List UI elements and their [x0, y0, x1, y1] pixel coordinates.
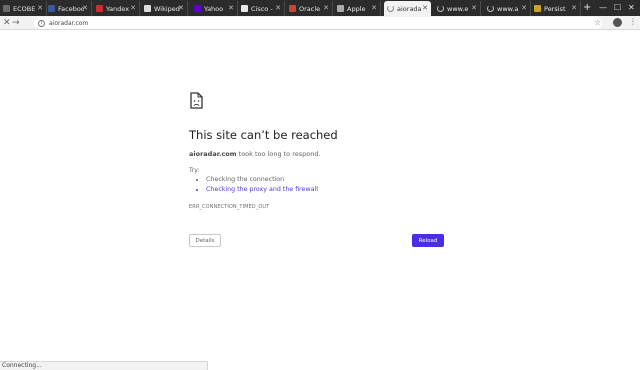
- error-code: ERR_CONNECTION_TIMED_OUT: [189, 204, 270, 210]
- tab-close-icon[interactable]: ✕: [130, 4, 136, 12]
- sad-document-icon: [190, 92, 203, 109]
- minimize-button[interactable]: —: [599, 3, 607, 12]
- tab-title: Yahoo: [204, 4, 224, 13]
- tab-facebook-1[interactable]: Faceboo ✕: [45, 1, 92, 16]
- cisco-icon: [241, 5, 248, 12]
- tab-close-icon[interactable]: ✕: [275, 4, 281, 12]
- tab-title: Yandex: [106, 4, 130, 13]
- error-page: [0, 31, 640, 370]
- error-title: This site can’t be reached: [189, 128, 338, 142]
- tab-persist-11[interactable]: Persist ✕: [531, 1, 581, 16]
- tab-title: Persist: [544, 4, 566, 13]
- suggestion-check-connection: Checking the connection: [206, 176, 318, 183]
- stop-icon[interactable]: ✕: [3, 17, 11, 29]
- tab-title: Wikiped: [154, 4, 180, 13]
- tab-loading-10[interactable]: www.a ✕: [484, 1, 531, 16]
- tab-title: Cisco -: [251, 4, 273, 13]
- tab-wikipedia-3[interactable]: Wikiped ✕: [141, 1, 188, 16]
- suggestion-list: Checking the connection Checking the pro…: [200, 176, 318, 196]
- tab-oracle-6[interactable]: Oracle ✕: [286, 1, 333, 16]
- error-description: aioradar.com took too long to respond.: [189, 150, 321, 158]
- tab-close-icon[interactable]: ✕: [521, 4, 527, 12]
- error-host: aioradar.com: [189, 150, 237, 158]
- tab-close-icon[interactable]: ✕: [82, 4, 88, 12]
- loading-spinner-icon: [387, 5, 394, 12]
- tab-close-icon[interactable]: ✕: [471, 4, 477, 12]
- error-description-text: took too long to respond.: [238, 150, 321, 158]
- tab-yahoo-4[interactable]: Yahoo ✕: [191, 1, 238, 16]
- tab-strip: ECOBE ✕ Faceboo ✕ Yandex ✕ Wikiped ✕ Yahoo ✕ Cisco…: [0, 0, 640, 16]
- tab-title: aiorada: [397, 4, 422, 13]
- oracle-icon: [289, 5, 296, 12]
- address-url[interactable]: aioradar.com: [49, 20, 88, 27]
- yahoo-icon: [194, 5, 201, 12]
- reload-button[interactable]: Reload: [412, 234, 444, 247]
- profile-avatar-icon[interactable]: [613, 18, 622, 27]
- close-window-button[interactable]: ✕: [628, 3, 635, 12]
- address-bar[interactable]: i aioradar.com: [34, 17, 602, 29]
- tab-ecobee-0[interactable]: ECOBE ✕: [0, 1, 47, 16]
- tab-title: Faceboo: [58, 4, 84, 13]
- loading-spinner-icon: [437, 5, 444, 12]
- suggestion-check-proxy-link[interactable]: Checking the proxy and the firewall: [206, 186, 318, 193]
- tab-title: Apple: [347, 4, 366, 13]
- forward-icon[interactable]: →: [12, 17, 20, 29]
- tab-loading-9[interactable]: www.e ✕: [434, 1, 481, 16]
- bookmark-star-icon[interactable]: ☆: [594, 18, 601, 27]
- ecobee-icon: [3, 5, 10, 12]
- tab-close-icon[interactable]: ✕: [37, 4, 43, 12]
- tab-yandex-2[interactable]: Yandex ✕: [93, 1, 140, 16]
- tab-loading-8[interactable]: aiorada ✕: [384, 1, 431, 16]
- status-bubble: Connecting...: [0, 361, 208, 370]
- wikipedia-icon: [144, 5, 151, 12]
- maximize-button[interactable]: ☐: [614, 3, 621, 12]
- try-label: Try:: [189, 167, 200, 174]
- details-button[interactable]: Details: [189, 234, 221, 247]
- tab-cisco-5[interactable]: Cisco - ✕: [238, 1, 285, 16]
- tab-close-icon[interactable]: ✕: [422, 4, 428, 12]
- tab-title: www.a: [497, 4, 519, 13]
- tab-close-icon[interactable]: ✕: [571, 4, 577, 12]
- loading-spinner-icon: [487, 5, 494, 12]
- yandex-icon: [96, 5, 103, 12]
- menu-kebab-icon[interactable]: ⋮: [629, 17, 637, 27]
- persist-icon: [534, 5, 541, 12]
- tab-title: www.e: [447, 4, 469, 13]
- browser-toolbar: ✕ → i aioradar.com ☆ ⋮: [0, 16, 640, 30]
- tab-close-icon[interactable]: ✕: [371, 4, 377, 12]
- tab-title: ECOBE: [13, 4, 36, 13]
- tab-close-icon[interactable]: ✕: [323, 4, 329, 12]
- apple-icon: [337, 5, 344, 12]
- facebook-icon: [48, 5, 55, 12]
- tab-title: Oracle: [299, 4, 321, 13]
- tab-close-icon[interactable]: ✕: [178, 4, 184, 12]
- tab-close-icon[interactable]: ✕: [228, 4, 234, 12]
- site-info-icon[interactable]: i: [38, 19, 45, 27]
- tab-apple-7[interactable]: Apple ✕: [334, 1, 381, 16]
- new-tab-button[interactable]: +: [583, 2, 591, 14]
